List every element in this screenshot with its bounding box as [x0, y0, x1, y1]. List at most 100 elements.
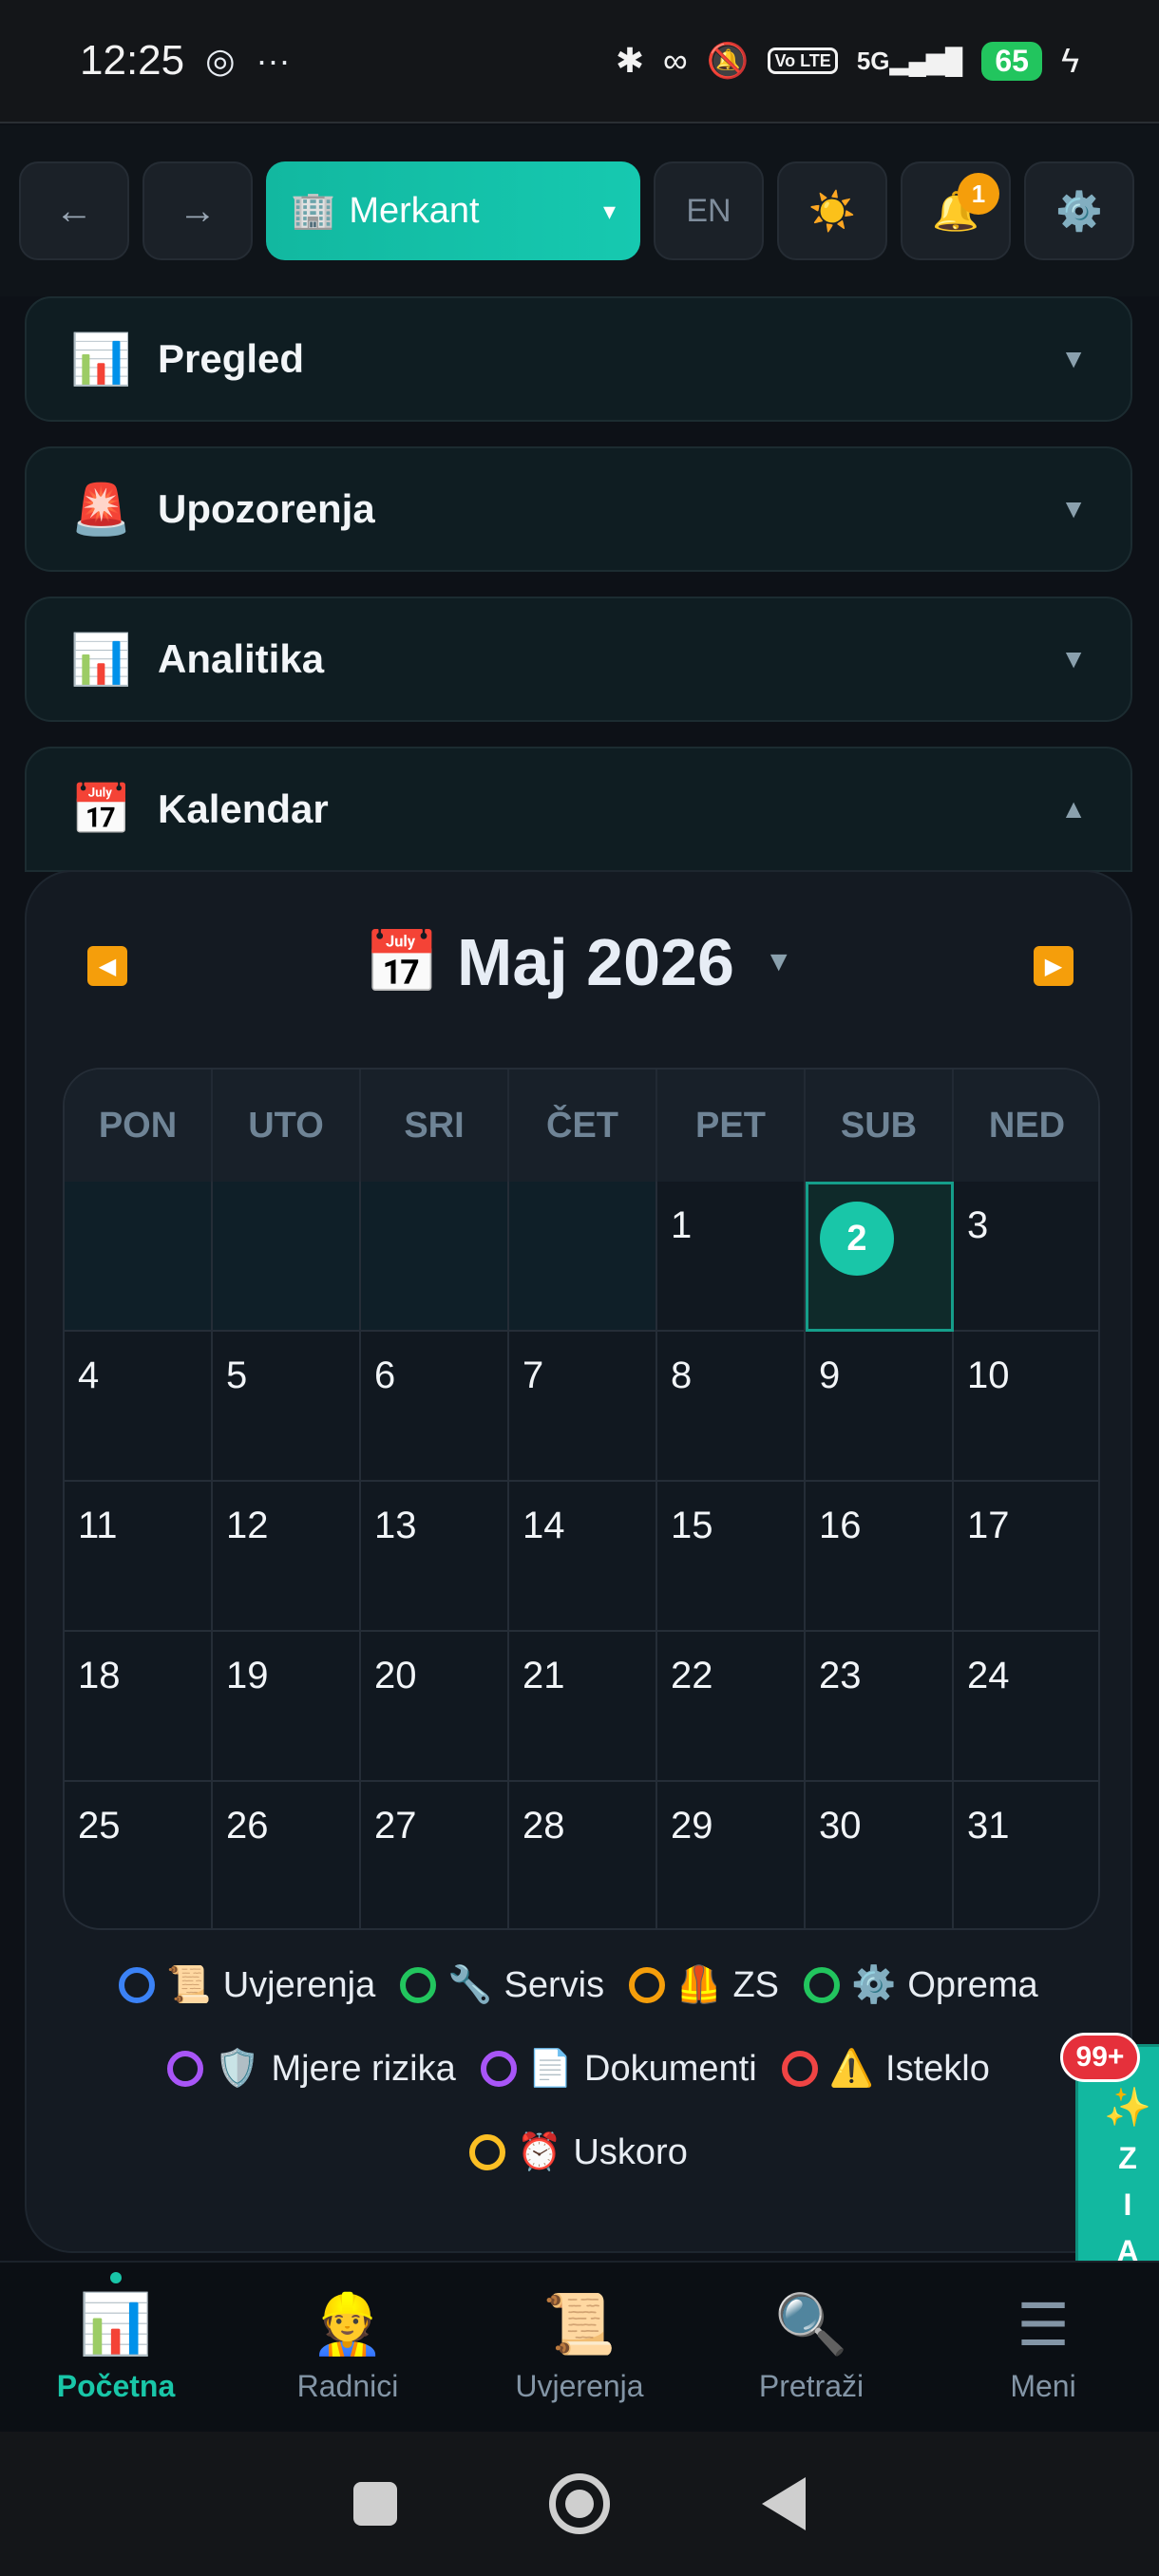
zia-badge: 99+ [1060, 2033, 1140, 2082]
section-upozorenja[interactable]: 🚨 Upozorenja ▼ [25, 446, 1132, 572]
day-cell-today[interactable]: 2 [806, 1182, 954, 1332]
home-button[interactable] [549, 2473, 610, 2534]
legend-item: 📄 Dokumenti [480, 2048, 757, 2090]
day-cell[interactable]: 21 [509, 1632, 657, 1782]
day-cell[interactable]: 11 [65, 1482, 213, 1632]
day-cell[interactable]: 15 [657, 1482, 806, 1632]
day-cell[interactable]: 28 [509, 1782, 657, 1928]
nav-icon: 📜 [542, 2292, 617, 2358]
legend-ring-icon [781, 2051, 818, 2087]
mute-icon: 🔕 [706, 41, 750, 80]
recents-button[interactable] [353, 2482, 397, 2526]
section-title: Pregled [158, 336, 305, 381]
day-cell[interactable]: 16 [806, 1482, 954, 1632]
site-selector[interactable]: 🏢 Merkant ▾ [266, 161, 640, 260]
nav-label: Uvjerenja [515, 2369, 644, 2403]
day-cell[interactable]: 26 [213, 1782, 361, 1928]
legend-category-icon: ⚠️ [828, 2049, 875, 2089]
bluetooth-icon: ✱ [615, 41, 644, 80]
legend-category-icon: 📄 [527, 2049, 574, 2089]
day-cell[interactable]: 4 [65, 1332, 213, 1482]
next-month-button[interactable]: ▶ [1034, 946, 1074, 986]
day-cell[interactable]: 24 [954, 1632, 1098, 1782]
zia-letter: I [1123, 2188, 1132, 2222]
weekday-header: SRI [361, 1070, 509, 1182]
legend-item: ⚠️ Isteklo [781, 2048, 990, 2090]
back-button[interactable]: ← [19, 161, 129, 260]
calendar-grid: PON UTO SRI ČET PET SUB NED 1 2 3 4 5 6 7 8 9 10 11 12 13 14… [63, 1068, 1100, 1930]
day-cell[interactable]: 3 [954, 1182, 1098, 1332]
nav-item-uvjerenja[interactable]: 📜 Uvjerenja [464, 2263, 695, 2432]
nav-item-radnici[interactable]: 👷 Radnici [232, 2263, 464, 2432]
day-cell[interactable]: 1 [657, 1182, 806, 1332]
weekday-header: SUB [806, 1070, 954, 1182]
prev-month-button[interactable]: ◀ [87, 946, 127, 986]
legend-ring-icon [469, 2134, 506, 2170]
nav-item-pretrai[interactable]: 🔍 Pretraži [695, 2263, 927, 2432]
section-pregled[interactable]: 📊 Pregled ▼ [25, 296, 1132, 422]
legend-ring-icon [167, 2051, 204, 2087]
day-cell[interactable]: 27 [361, 1782, 509, 1928]
status-bar: 12:25 ◎ ··· ✱ ∞ 🔕 Vo LTE 5G▂▄▆█ 65 ϟ [0, 0, 1159, 123]
legend-item: ⏰ Uskoro [469, 2131, 688, 2173]
chart-icon: 📊 [70, 331, 132, 388]
chevron-down-icon: ▼ [1060, 644, 1087, 673]
nav-label: Početna [56, 2369, 176, 2403]
language-button[interactable]: EN [654, 161, 764, 260]
day-cell[interactable]: 23 [806, 1632, 954, 1782]
notifications-button[interactable]: 🔔 1 [901, 161, 1011, 260]
theme-toggle-button[interactable]: ☀️ [777, 161, 887, 260]
nav-label: Radnici [296, 2369, 399, 2403]
month-selector[interactable]: 📅 Maj 2026 ▼ [364, 924, 792, 1000]
day-cell[interactable]: 20 [361, 1632, 509, 1782]
weekday-header: ČET [509, 1070, 657, 1182]
nav-item-meni[interactable]: ☰ Meni [927, 2263, 1159, 2432]
battery-icon: 65 [981, 41, 1042, 81]
notification-badge: 1 [958, 173, 999, 215]
legend-item: 🛡️ Mjere rizika [167, 2048, 456, 2090]
weekday-header: PET [657, 1070, 806, 1182]
section-analitika[interactable]: 📊 Analitika ▼ [25, 597, 1132, 722]
day-cell[interactable]: 9 [806, 1332, 954, 1482]
nav-icon: 🔍 [774, 2292, 848, 2358]
charging-icon: ϟ [1060, 41, 1079, 80]
day-cell[interactable]: 13 [361, 1482, 509, 1632]
legend-category-icon: ⏰ [517, 2132, 562, 2172]
nav-icon: ☰ [1016, 2293, 1070, 2358]
building-icon: 🏢 [291, 191, 336, 231]
nav-item-poetna[interactable]: 📊 Početna [0, 2263, 232, 2432]
day-cell[interactable]: 18 [65, 1632, 213, 1782]
legend-label: Mjere rizika [271, 2048, 456, 2089]
day-cell[interactable]: 25 [65, 1782, 213, 1928]
legend-label: ZS [732, 1964, 780, 2005]
day-cell[interactable]: 29 [657, 1782, 806, 1928]
more-icon: ··· [256, 41, 291, 80]
link-icon: ∞ [662, 41, 688, 80]
day-cell[interactable]: 30 [806, 1782, 954, 1928]
zia-letter: Z [1118, 2141, 1137, 2175]
chevron-up-icon: ▲ [1060, 794, 1087, 824]
day-cell[interactable]: 8 [657, 1332, 806, 1482]
legend-label: Dokumenti [584, 2048, 757, 2089]
day-cell[interactable]: 31 [954, 1782, 1098, 1928]
empty-day-cell [509, 1182, 657, 1332]
day-cell[interactable]: 5 [213, 1332, 361, 1482]
settings-button[interactable]: ⚙️ [1024, 161, 1134, 260]
legend-category-icon: 🦺 [676, 1965, 722, 2005]
back-nav-button[interactable] [762, 2477, 806, 2530]
active-indicator [110, 2272, 122, 2283]
day-cell[interactable]: 7 [509, 1332, 657, 1482]
section-title: Upozorenja [158, 486, 375, 531]
day-cell[interactable]: 10 [954, 1332, 1098, 1482]
day-cell[interactable]: 19 [213, 1632, 361, 1782]
legend-ring-icon [804, 1967, 841, 2003]
day-cell[interactable]: 22 [657, 1632, 806, 1782]
day-cell[interactable]: 14 [509, 1482, 657, 1632]
calendar-header: ◀ 📅 Maj 2026 ▼ ▶ [27, 872, 1130, 1052]
legend-item: ⚙️ Oprema [804, 1964, 1038, 2006]
forward-button[interactable]: → [142, 161, 253, 260]
day-cell[interactable]: 6 [361, 1332, 509, 1482]
day-cell[interactable]: 17 [954, 1482, 1098, 1632]
section-kalendar[interactable]: 📅 Kalendar ▲ [25, 747, 1132, 872]
day-cell[interactable]: 12 [213, 1482, 361, 1632]
